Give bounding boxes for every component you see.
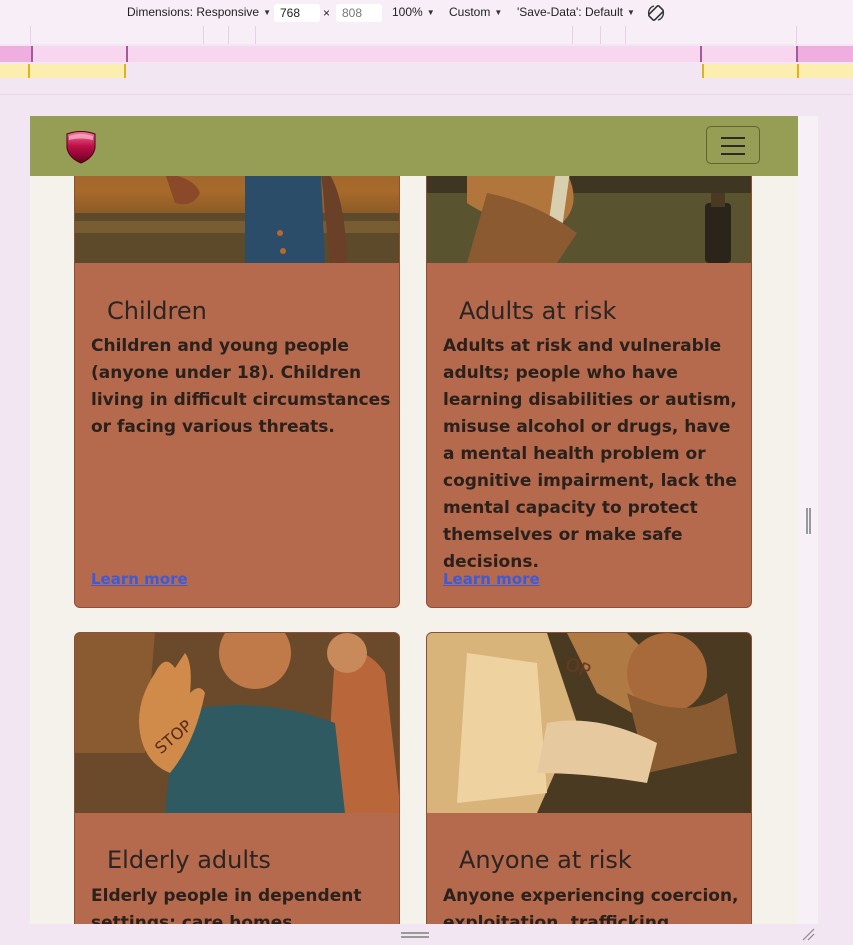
learn-more-link[interactable]: Learn more xyxy=(443,570,540,588)
caret-down-icon: ▼ xyxy=(626,7,635,17)
caret-down-icon: ▼ xyxy=(263,7,271,17)
media-query-bar-2[interactable] xyxy=(0,46,853,62)
resize-handle-right[interactable] xyxy=(806,508,811,534)
navbar-toggler-button[interactable] xyxy=(706,126,760,164)
card-title: Anyone at risk xyxy=(459,846,632,874)
width-input[interactable]: 768 xyxy=(274,4,320,22)
card-adults-at-risk: Adults at risk Adults at risk and vulner… xyxy=(426,116,752,608)
shield-logo-icon[interactable] xyxy=(65,130,97,164)
dimensions-dropdown[interactable]: Dimensions: Responsive ▼ xyxy=(127,5,271,19)
hamburger-icon-line xyxy=(721,145,745,147)
card-elderly-adults: STOP Elderly adults Elderly people in de… xyxy=(74,632,400,924)
rotate-icon[interactable] xyxy=(646,3,666,23)
zoom-label: 100% xyxy=(392,5,423,19)
caret-down-icon: ▼ xyxy=(494,7,503,17)
card-image-anyone: OP xyxy=(427,633,751,813)
card-text: Adults at risk and vulnerable adults; pe… xyxy=(443,336,737,572)
card-anyone-at-risk: OP Anyone at risk Anyone experiencing co… xyxy=(426,632,752,924)
dimensions-label: Dimensions: Responsive xyxy=(127,5,260,19)
caret-down-icon: ▼ xyxy=(426,7,435,17)
card-text: Children and young people (anyone under … xyxy=(91,336,391,437)
card-text: Elderly people in dependent settings: ca… xyxy=(91,886,362,924)
learn-more-link[interactable]: Learn more xyxy=(91,570,188,588)
zoom-dropdown[interactable]: 100% ▼ xyxy=(392,5,435,19)
media-query-bar-1 xyxy=(0,26,853,44)
throttle-label: Custom xyxy=(449,5,491,19)
throttle-dropdown[interactable]: Custom ▼ xyxy=(449,5,502,19)
save-data-dropdown[interactable]: 'Save-Data': Default ▼ xyxy=(517,5,635,19)
hamburger-icon-line xyxy=(721,137,745,139)
page-viewport: Children Children and young people (anyo… xyxy=(30,116,798,924)
save-data-label: 'Save-Data': Default xyxy=(517,5,623,19)
media-query-bar-3[interactable] xyxy=(0,64,853,78)
card-title: Adults at risk xyxy=(459,297,617,325)
devtools-toolbar: Dimensions: Responsive ▼ 768 × 808 100% … xyxy=(0,0,853,26)
hamburger-icon-line xyxy=(721,153,745,155)
resize-corner-icon[interactable] xyxy=(801,927,815,941)
card-title: Elderly adults xyxy=(107,846,271,874)
card-children: Children Children and young people (anyo… xyxy=(74,116,400,608)
resize-bar-bottom xyxy=(0,924,853,945)
card-image-elderly: STOP xyxy=(75,633,399,813)
card-text: Anyone experiencing coercion, exploitati… xyxy=(443,886,739,924)
resize-handle-bottom[interactable] xyxy=(401,932,429,934)
height-input[interactable]: 808 xyxy=(336,4,382,22)
times-sign: × xyxy=(323,6,331,20)
card-title: Children xyxy=(107,297,207,325)
navbar xyxy=(30,116,798,176)
